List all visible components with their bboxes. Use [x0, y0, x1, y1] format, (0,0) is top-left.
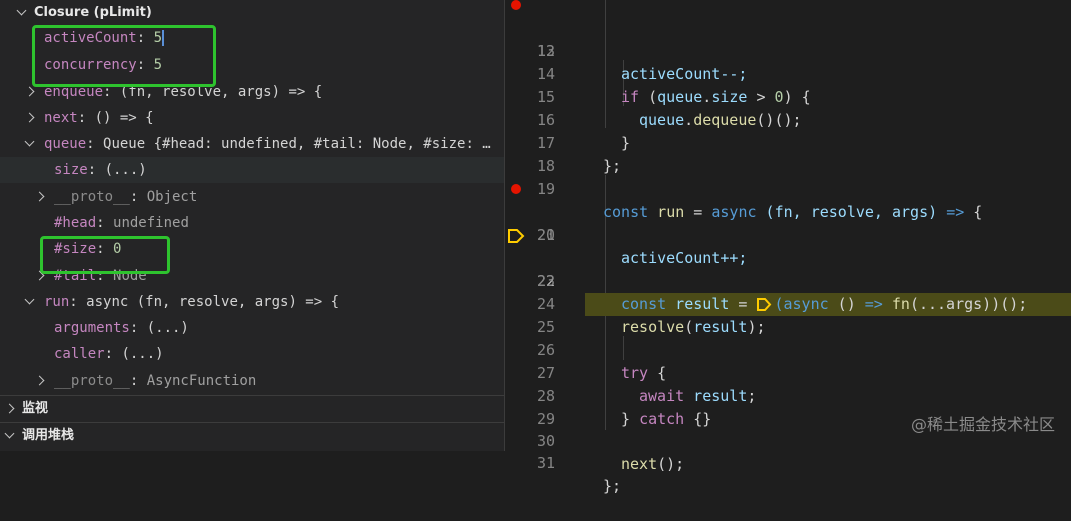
variable-name: run: [44, 294, 70, 310]
variable-name: size: [54, 162, 88, 178]
code-editor[interactable]: 12 activeCount--; 13 14 if (queue.size >…: [505, 0, 1071, 495]
line-number: 31: [536, 454, 555, 472]
variable-name: #head: [54, 215, 97, 231]
chevron-right-icon[interactable]: [34, 191, 45, 202]
variable-name: next: [44, 110, 78, 126]
variable-value: (...): [121, 346, 164, 362]
variable-value: async (fn, resolve, args) => {: [86, 294, 340, 310]
watermark: @稀土掘金技术社区: [910, 415, 1055, 434]
breakpoint-icon[interactable]: [511, 0, 521, 10]
chevron-down-icon[interactable]: [24, 136, 35, 147]
variable-name: queue: [44, 136, 87, 152]
variable-name: arguments: [54, 320, 130, 336]
variable-name: __proto__: [54, 373, 130, 389]
chevron-right-icon[interactable]: [4, 403, 15, 414]
code-line-12[interactable]: 12 activeCount--;: [505, 0, 1071, 83]
variable-name: caller: [54, 346, 105, 362]
code-line-21[interactable]: 21: [505, 201, 1071, 244]
code-line-13[interactable]: 13: [505, 17, 1071, 60]
variable-value: (...): [104, 162, 147, 178]
variable-row-queue[interactable]: queue: Queue {#head: undefined, #tail: N…: [0, 131, 504, 157]
chevron-right-icon[interactable]: [24, 112, 35, 123]
call-stack-section-header[interactable]: 调用堆栈: [0, 422, 504, 449]
code-line-18[interactable]: 18: [505, 132, 1071, 175]
code-text: ();: [657, 455, 685, 473]
highlight-box-activecount-concurrency: [32, 25, 216, 87]
variable-row-proto-object[interactable]: __proto__: Object: [0, 184, 504, 210]
variable-value: undefined: [113, 215, 189, 231]
variable-row-run[interactable]: run: async (fn, resolve, args) => {: [0, 289, 504, 315]
highlight-box-size: [40, 236, 170, 274]
code-line-14[interactable]: 14 if (queue.size > 0) {: [505, 40, 1071, 106]
code-line-25[interactable]: 25: [505, 293, 1071, 336]
watch-section-header[interactable]: 监视: [0, 395, 504, 422]
variable-value: Queue {#head: undefined, #tail: Node, #s…: [103, 136, 491, 152]
variable-value: (...): [146, 320, 189, 336]
code-line-24[interactable]: 24 resolve(result);: [505, 270, 1071, 336]
variable-row-proto-asyncfunction[interactable]: __proto__: AsyncFunction: [0, 368, 504, 394]
chevron-right-icon[interactable]: [34, 375, 45, 386]
code-line-27[interactable]: 27 await result;: [505, 339, 1071, 405]
code-line-20[interactable]: 20 activeCount++;: [505, 178, 1071, 267]
variable-value: Object: [146, 189, 198, 205]
variable-row-next[interactable]: next: () => {: [0, 105, 504, 131]
variables-panel: Closure (pLimit) activeCount: 5 concurre…: [0, 0, 505, 451]
variable-name: __proto__: [54, 189, 130, 205]
code-line-29[interactable]: 29: [505, 385, 1071, 428]
scope-title: Closure (pLimit): [34, 5, 152, 20]
scope-closure-header[interactable]: Closure (pLimit): [0, 0, 504, 26]
chevron-down-icon[interactable]: [24, 294, 35, 305]
chevron-down-icon[interactable]: [16, 5, 27, 16]
watch-section-title: 监视: [22, 401, 49, 416]
call-stack-section-title: 调用堆栈: [22, 428, 75, 443]
variable-row-arguments[interactable]: arguments: (...): [0, 315, 504, 341]
variable-row-caller[interactable]: caller: (...): [0, 341, 504, 367]
code-text: };: [603, 477, 622, 495]
code-line-19[interactable]: 19 const run = async (fn, resolve, args)…: [505, 155, 1071, 221]
debug-paused-arrow-icon: [508, 229, 525, 243]
code-function: next: [621, 455, 658, 473]
code-line-16[interactable]: 16 }: [505, 86, 1071, 152]
variable-value: AsyncFunction: [146, 373, 257, 389]
code-line-28[interactable]: 28 } catch {}: [505, 362, 1071, 428]
code-line-23[interactable]: 23: [505, 247, 1071, 290]
variable-row-head[interactable]: #head: undefined: [0, 210, 504, 236]
code-line-17[interactable]: 17 };: [505, 109, 1071, 175]
variable-value: () => {: [94, 110, 154, 126]
variable-row-size[interactable]: size: (...): [0, 157, 504, 183]
chevron-down-icon[interactable]: [4, 428, 15, 439]
breakpoint-icon[interactable]: [511, 184, 521, 194]
code-line-15[interactable]: 15 queue.dequeue()();: [505, 63, 1071, 129]
code-line-26[interactable]: 26 try {: [505, 316, 1071, 382]
code-line-22-current[interactable]: 22 const result = (async () => fn(...arg…: [505, 224, 1071, 316]
chevron-right-icon[interactable]: [24, 86, 35, 97]
